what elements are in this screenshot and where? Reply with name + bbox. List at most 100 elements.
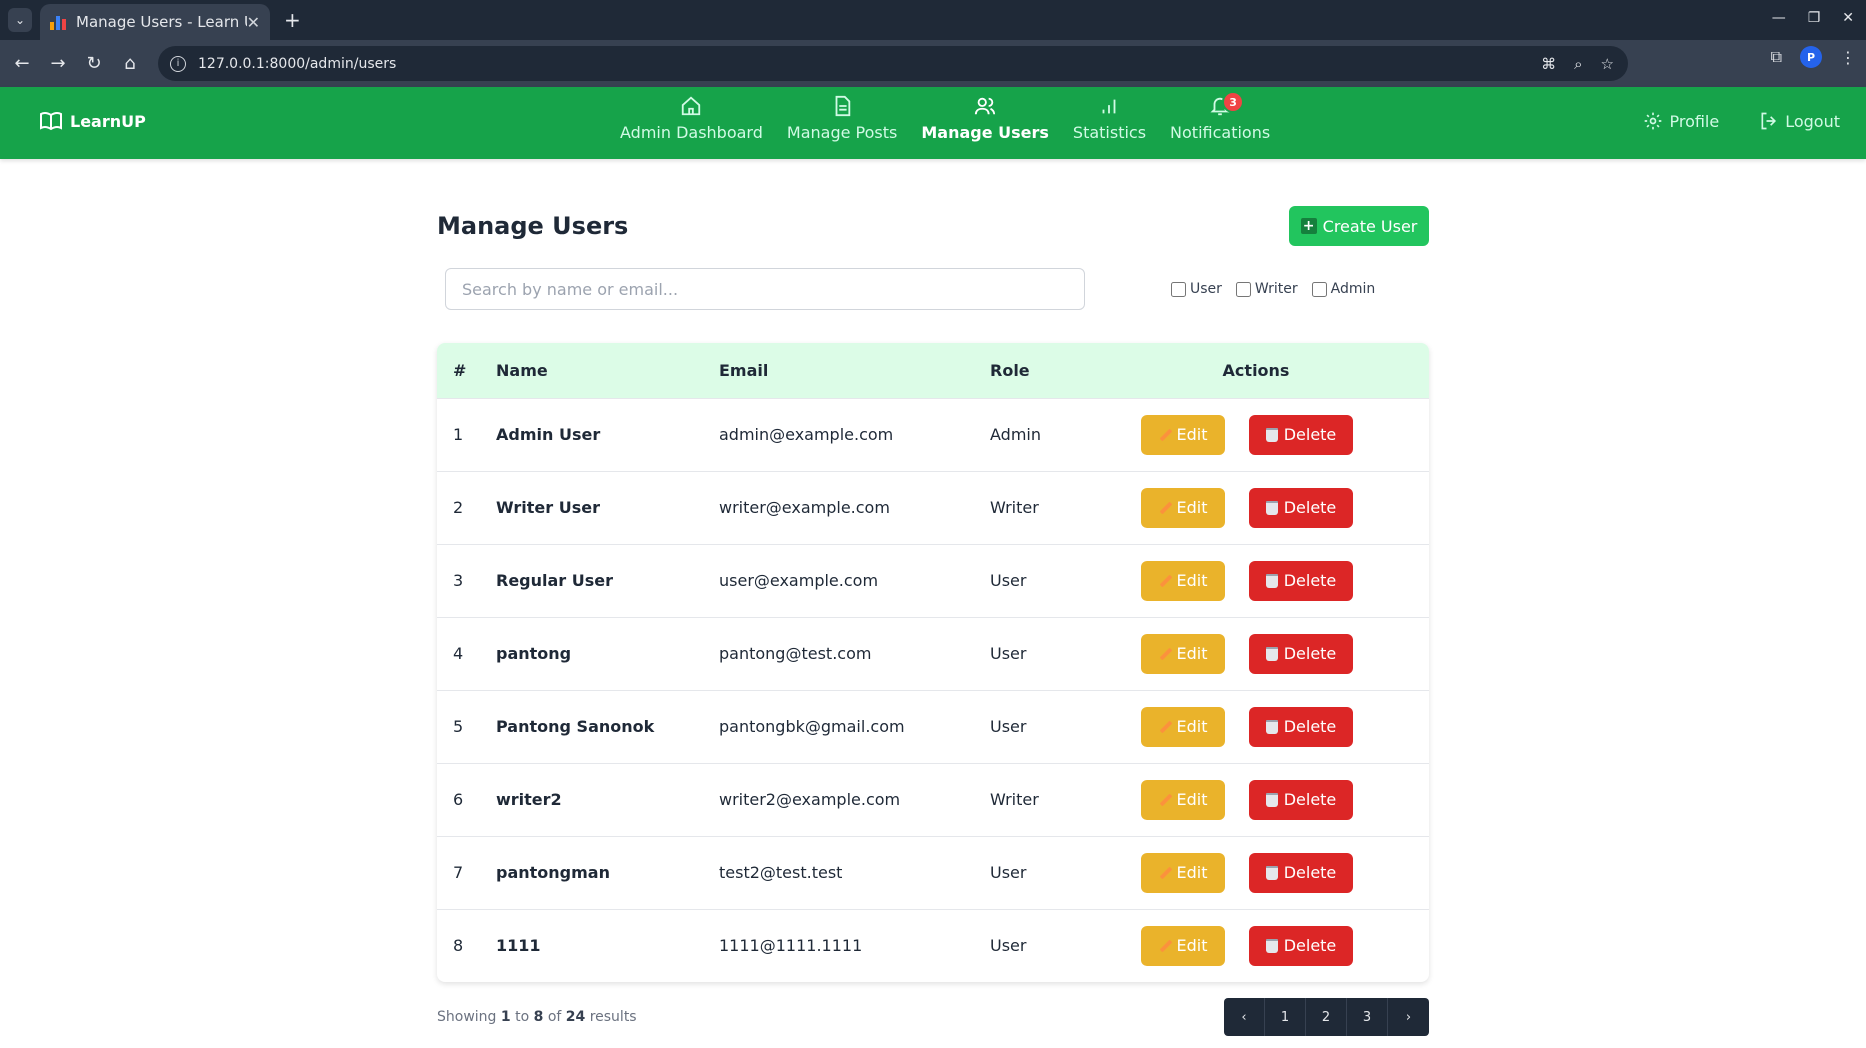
role-filter-label: Admin [1330, 281, 1376, 297]
pencil-icon [1159, 428, 1172, 441]
edit-button[interactable]: Edit [1141, 487, 1225, 528]
delete-label: Delete [1283, 790, 1337, 809]
user-role: User [990, 863, 1027, 882]
pencil-icon [1159, 793, 1172, 806]
maximize-icon[interactable]: ❐ [1808, 10, 1821, 26]
user-role: Admin [990, 425, 1041, 444]
role-filter-user[interactable]: User [1171, 281, 1222, 297]
extensions-icon[interactable]: ⧉ [1771, 47, 1782, 67]
delete-button[interactable]: Delete [1249, 706, 1353, 747]
nav-admin-dashboard[interactable]: Admin Dashboard [620, 95, 763, 142]
nav-label: Admin Dashboard [620, 123, 763, 142]
tab-list-chevron-icon[interactable]: ⌄ [8, 8, 32, 32]
tab-close-icon[interactable]: ✕ [247, 13, 260, 32]
delete-label: Delete [1283, 498, 1337, 517]
edit-button[interactable]: Edit [1141, 779, 1225, 820]
table-row: 5 Pantong Sanonok pantongbk@gmail.com Us… [437, 690, 1429, 763]
column-header-actions: Actions [1222, 360, 1290, 380]
edit-button[interactable]: Edit [1141, 706, 1225, 747]
page-button[interactable]: 3 [1347, 998, 1388, 1036]
role-filter-label: Writer [1254, 281, 1298, 297]
role-filter-user-checkbox[interactable] [1171, 281, 1186, 297]
delete-label: Delete [1283, 425, 1337, 444]
create-user-button[interactable]: + Create User [1289, 206, 1429, 246]
reload-icon[interactable]: ↻ [76, 46, 112, 82]
home-icon [682, 96, 701, 116]
users-table: # Name Email Role Actions 1 Admin User a… [437, 343, 1429, 982]
edit-button[interactable]: Edit [1141, 925, 1225, 966]
delete-label: Delete [1283, 644, 1337, 663]
edit-button[interactable]: Edit [1141, 852, 1225, 893]
profile-label: Profile [1669, 111, 1720, 131]
trash-icon [1265, 573, 1278, 588]
browser-toolbar: ← → ↻ ⌂ i 127.0.0.1:8000/admin/users ⌘ ⌕… [0, 40, 1866, 87]
brand-link[interactable]: LearnUP [40, 111, 146, 131]
showing-prefix: Showing [437, 1009, 497, 1025]
nav-label: Statistics [1072, 123, 1147, 142]
translate-icon[interactable]: ⌘ [1541, 55, 1556, 73]
user-name: Admin User [496, 425, 601, 444]
user-email: 1111@1111.1111 [719, 936, 863, 956]
edit-label: Edit [1176, 717, 1208, 736]
pencil-icon [1159, 501, 1172, 514]
logout-link[interactable]: Logout [1759, 111, 1840, 131]
row-number: 5 [453, 717, 464, 736]
edit-label: Edit [1176, 498, 1208, 517]
bookmark-star-icon[interactable]: ☆ [1601, 55, 1614, 73]
browser-profile-avatar[interactable]: P [1800, 46, 1822, 68]
address-bar[interactable]: i 127.0.0.1:8000/admin/users ⌘ ⌕ ☆ [158, 46, 1628, 81]
edit-button[interactable]: Edit [1141, 633, 1225, 674]
tab-title: Manage Users - Learn Up [76, 13, 247, 31]
url-text[interactable]: 127.0.0.1:8000/admin/users [198, 56, 396, 72]
results-total: 24 [565, 1009, 586, 1025]
notification-count-badge: 3 [1222, 91, 1245, 113]
row-number: 7 [453, 863, 464, 882]
delete-button[interactable]: Delete [1249, 852, 1353, 893]
pencil-icon [1159, 939, 1172, 953]
site-info-icon[interactable]: i [170, 55, 186, 72]
role-filter-admin-checkbox[interactable] [1311, 281, 1327, 297]
minimize-icon[interactable]: — [1772, 10, 1786, 26]
back-icon[interactable]: ← [4, 46, 40, 82]
user-role: User [990, 936, 1027, 956]
delete-button[interactable]: Delete [1249, 779, 1353, 820]
page-button[interactable]: 1 [1265, 998, 1306, 1036]
home-browser-icon[interactable]: ⌂ [112, 46, 148, 82]
browser-menu-icon[interactable]: ⋮ [1840, 48, 1856, 67]
trash-icon [1265, 865, 1278, 880]
profile-link[interactable]: Profile [1643, 111, 1719, 131]
window-close-icon[interactable]: ✕ [1842, 10, 1854, 26]
page-button[interactable]: 2 [1306, 998, 1347, 1036]
role-filter-writer[interactable]: Writer [1235, 281, 1298, 297]
table-row: 6 writer2 writer2@example.com Writer Edi… [437, 763, 1429, 836]
edit-button[interactable]: Edit [1141, 560, 1225, 601]
delete-button[interactable]: Delete [1249, 487, 1353, 528]
prev-page-chevron-icon[interactable]: ‹ [1224, 998, 1265, 1036]
user-email: pantong@test.com [719, 644, 872, 663]
browser-tab[interactable]: Manage Users - Learn Up ✕ [40, 4, 270, 40]
delete-button[interactable]: Delete [1249, 414, 1353, 455]
delete-label: Delete [1283, 936, 1337, 956]
user-name: Regular User [496, 571, 614, 590]
search-input[interactable] [445, 268, 1085, 310]
delete-button[interactable]: Delete [1249, 560, 1353, 601]
results-to: 8 [533, 1009, 544, 1025]
nav-notifications[interactable]: 3 Notifications [1170, 91, 1270, 142]
to-word: to [515, 1009, 530, 1025]
nav-manage-posts[interactable]: Manage Posts [787, 95, 897, 142]
forward-icon[interactable]: → [40, 46, 76, 82]
pencil-icon [1159, 720, 1172, 733]
user-email: pantongbk@gmail.com [719, 717, 905, 736]
role-filter-admin[interactable]: Admin [1311, 281, 1376, 297]
next-page-chevron-icon[interactable]: › [1388, 998, 1429, 1036]
edit-button[interactable]: Edit [1141, 414, 1225, 455]
new-tab-icon[interactable]: + [284, 8, 301, 32]
delete-button[interactable]: Delete [1249, 925, 1353, 966]
trash-icon [1265, 792, 1278, 807]
zoom-icon[interactable]: ⌕ [1574, 55, 1582, 73]
window-controls: — ❐ ✕ [1772, 10, 1854, 26]
nav-statistics[interactable]: Statistics [1073, 95, 1146, 142]
delete-button[interactable]: Delete [1249, 633, 1353, 674]
role-filter-writer-checkbox[interactable] [1235, 281, 1251, 297]
nav-manage-users[interactable]: Manage Users [921, 95, 1049, 142]
